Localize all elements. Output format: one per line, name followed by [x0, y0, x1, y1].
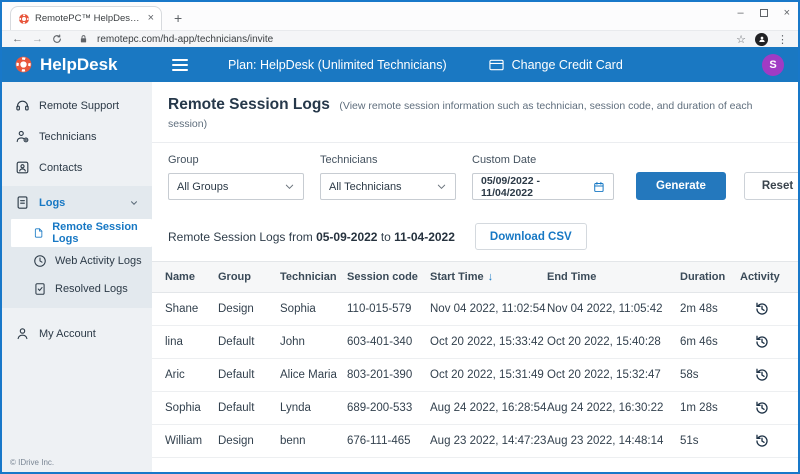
table-header: Name Group Technician Session code Start… [152, 261, 798, 293]
chevron-down-icon [130, 200, 138, 205]
clock-icon [34, 255, 46, 267]
sidebar-item-remote-support[interactable]: Remote Support [2, 90, 152, 121]
bookmark-star-icon[interactable]: ☆ [736, 33, 746, 46]
activity-history-button[interactable] [740, 433, 770, 449]
credit-card-icon [489, 59, 504, 70]
helpdesk-logo-icon [15, 56, 32, 73]
column-session-code: Session code [347, 271, 418, 283]
account-icon [17, 328, 28, 340]
reset-button[interactable]: Reset [743, 172, 798, 200]
column-group: Group [218, 271, 251, 283]
plan-label: Plan: HelpDesk (Unlimited Technicians) [228, 57, 447, 72]
headset-icon [16, 100, 29, 111]
filter-bar: Group All Groups Technicians All Technic… [152, 143, 798, 214]
summary-text: Remote Session Logs from 05-09-2022 to 1… [168, 229, 455, 244]
column-name: Name [165, 271, 195, 283]
window-controls: – × [737, 7, 790, 19]
tab-bar: RemotePC™ HelpDesk - Remote × + – × [2, 2, 798, 30]
title-bar: Remote Session Logs (View remote session… [152, 82, 798, 143]
column-technician: Technician [280, 271, 337, 283]
browser-window: RemotePC™ HelpDesk - Remote × + – × ← → … [0, 0, 800, 474]
sidebar-item-technicians[interactable]: Technicians [2, 121, 152, 152]
sidebar-item-remote-session-logs[interactable]: Remote Session Logs [11, 219, 152, 247]
sidebar-item-my-account[interactable]: My Account [2, 318, 152, 349]
history-icon [756, 368, 768, 381]
history-icon [756, 335, 768, 348]
app-header: HelpDesk Plan: HelpDesk (Unlimited Techn… [2, 47, 798, 82]
browser-tab[interactable]: RemotePC™ HelpDesk - Remote × [10, 6, 162, 30]
sidebar-item-resolved-logs[interactable]: Resolved Logs [2, 275, 152, 303]
helpdesk-favicon-icon [19, 13, 29, 24]
maximize-button[interactable] [759, 9, 768, 17]
contacts-icon [16, 161, 29, 174]
technician-icon [16, 130, 29, 143]
forward-button[interactable]: → [32, 33, 43, 45]
brand[interactable]: HelpDesk [2, 55, 152, 75]
refresh-icon[interactable] [52, 34, 62, 44]
back-button[interactable]: ← [12, 33, 23, 45]
history-icon [756, 401, 768, 414]
sidebar: Remote Support Technicians Contacts Logs… [2, 82, 152, 472]
browser-profile-avatar[interactable] [755, 32, 768, 46]
column-start-time[interactable]: Start Time ↓ [430, 271, 547, 283]
session-log-icon [34, 228, 43, 238]
brand-name: HelpDesk [40, 54, 118, 74]
new-tab-button[interactable]: + [174, 11, 182, 25]
address-bar[interactable]: remotepc.com/hd-app/technicians/invite [97, 34, 273, 45]
tab-close-icon[interactable]: × [148, 13, 154, 24]
from-date: 05-09-2022 [316, 229, 378, 244]
activity-history-button[interactable] [740, 367, 770, 383]
date-range-input[interactable]: 05/09/2022 - 11/04/2022 [472, 173, 614, 200]
generate-button[interactable]: Generate [636, 172, 726, 200]
tab-title: RemotePC™ HelpDesk - Remote [35, 13, 143, 24]
table-row: Aric Default Alice Maria 803-201-390 Oct… [152, 359, 798, 392]
main-content: Remote Session Logs (View remote session… [152, 82, 798, 472]
table-row: Shane Design Sophia 110-015-579 Nov 04 2… [152, 293, 798, 326]
page-title: Remote Session Logs [168, 96, 330, 113]
column-end-time: End Time [547, 271, 597, 283]
column-activity: Activity [740, 271, 780, 283]
table-row: Sophia Default Lynda 689-200-533 Aug 24 … [152, 392, 798, 425]
column-duration: Duration [680, 271, 726, 283]
chevron-down-icon [437, 184, 446, 189]
sidebar-group-logs: Logs Remote Session Logs Web Activity Lo… [2, 186, 152, 308]
change-credit-card-button[interactable]: Change Credit Card [489, 58, 623, 72]
technicians-filter-label: Technicians [320, 154, 378, 166]
sidebar-item-logs[interactable]: Logs [2, 186, 152, 219]
download-csv-button[interactable]: Download CSV [474, 223, 587, 250]
to-date: 11-04-2022 [394, 229, 455, 244]
browser-toolbar: ← → remotepc.com/hd-app/technicians/invi… [2, 30, 798, 47]
custom-date-label: Custom Date [472, 154, 537, 166]
lock-icon [80, 35, 87, 43]
close-window-button[interactable]: × [784, 7, 790, 19]
minimize-button[interactable]: – [737, 7, 743, 19]
activity-history-button[interactable] [740, 334, 770, 350]
history-icon [756, 434, 768, 447]
sort-desc-icon: ↓ [487, 271, 494, 283]
table-row: William Design benn 676-111-465 Aug 23 2… [152, 425, 798, 458]
activity-history-button[interactable] [740, 400, 770, 416]
sidebar-item-web-activity-logs[interactable]: Web Activity Logs [2, 247, 152, 275]
user-avatar[interactable]: S [762, 53, 784, 76]
hamburger-menu-icon[interactable] [172, 58, 188, 71]
calendar-icon[interactable] [593, 181, 605, 193]
resolved-log-icon [35, 283, 45, 295]
group-select[interactable]: All Groups [168, 173, 304, 200]
sidebar-item-contacts[interactable]: Contacts [2, 152, 152, 183]
technicians-select[interactable]: All Technicians [320, 173, 456, 200]
activity-history-button[interactable] [740, 301, 770, 317]
group-filter-label: Group [168, 154, 199, 166]
history-icon [756, 302, 768, 315]
logs-icon [17, 196, 28, 209]
table-row: lina Default John 603-401-340 Oct 20 202… [152, 326, 798, 359]
summary-bar: Remote Session Logs from 05-09-2022 to 1… [152, 214, 798, 261]
browser-menu-icon[interactable]: ⋮ [777, 33, 788, 46]
copyright-footer: © IDrive Inc. [10, 458, 55, 467]
chevron-down-icon [285, 184, 294, 189]
